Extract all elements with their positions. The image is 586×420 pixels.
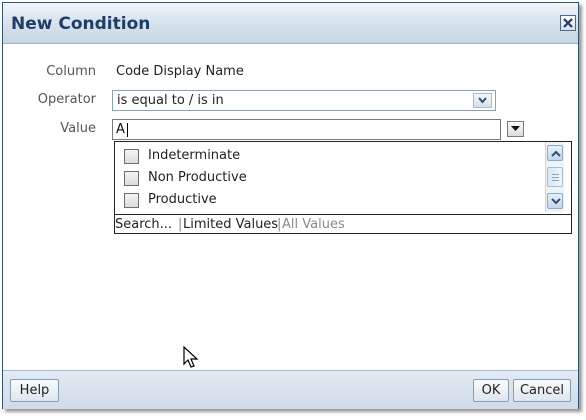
mouse-pointer-icon — [183, 346, 199, 368]
scroll-up-button[interactable] — [547, 145, 563, 161]
value-input[interactable]: A — [112, 119, 501, 140]
dialog-title: New Condition — [11, 14, 151, 34]
link-separator: | — [277, 217, 282, 232]
cancel-button[interactable]: Cancel — [513, 379, 571, 402]
dialog-titlebar: New Condition — [3, 3, 578, 44]
search-link[interactable]: Search... — [115, 217, 172, 232]
listbox-links: Search... | Limited Values | All Values — [115, 214, 571, 234]
chevron-up-icon — [551, 150, 561, 157]
chevron-down-icon — [551, 198, 561, 205]
text-caret — [127, 123, 128, 137]
operator-select[interactable]: is equal to / is in — [112, 90, 496, 111]
new-condition-dialog: New Condition Column Code Display Name O… — [2, 2, 579, 409]
dropdown-arrow-icon — [511, 126, 520, 131]
operator-label: Operator — [37, 92, 96, 107]
close-icon — [563, 18, 573, 28]
column-value: Code Display Name — [116, 64, 244, 79]
operator-dropdown-button[interactable] — [473, 93, 492, 108]
ok-button[interactable]: OK — [473, 379, 509, 402]
scroll-down-button[interactable] — [547, 193, 563, 209]
chevron-down-icon — [478, 97, 487, 104]
option-label: Indeterminate — [148, 148, 241, 163]
close-button[interactable] — [560, 15, 576, 31]
option-label: Productive — [148, 192, 217, 207]
value-label: Value — [60, 121, 96, 136]
all-values-link[interactable]: All Values — [282, 217, 345, 232]
value-options-listbox: Indeterminate Non Productive Productive — [114, 141, 572, 234]
operator-selected-value: is equal to / is in — [117, 93, 224, 108]
limited-values-link[interactable]: Limited Values — [183, 217, 278, 232]
scroll-thumb[interactable] — [547, 167, 563, 187]
option-checkbox[interactable] — [124, 149, 139, 164]
option-label: Non Productive — [148, 170, 247, 185]
listbox-scrollbar[interactable] — [545, 142, 564, 212]
dialog-footer: Help OK Cancel — [3, 370, 578, 409]
option-checkbox[interactable] — [124, 193, 139, 208]
option-checkbox[interactable] — [124, 171, 139, 186]
value-input-text: A — [116, 122, 125, 137]
link-separator: | — [178, 217, 183, 232]
column-label: Column — [46, 64, 96, 79]
value-dropdown-button[interactable] — [507, 121, 524, 137]
help-button[interactable]: Help — [10, 379, 59, 402]
